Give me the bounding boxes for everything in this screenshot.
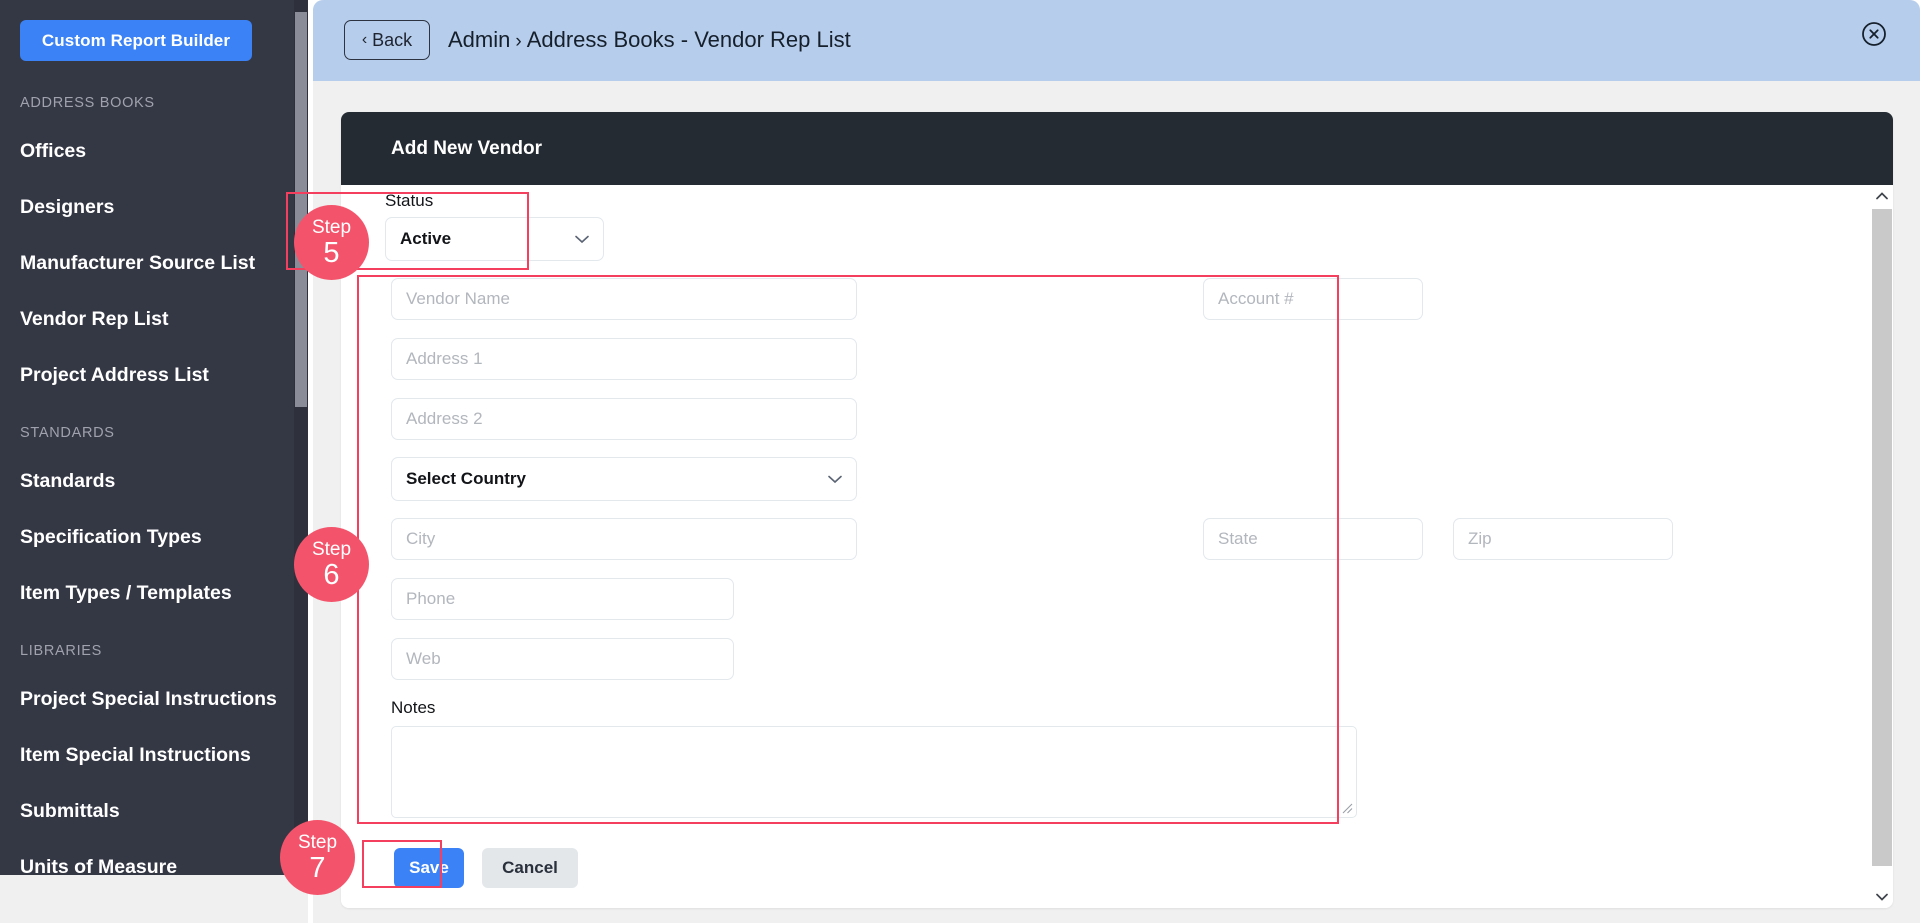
address-1-input[interactable]: [391, 338, 857, 380]
sidebar-item-submittals[interactable]: Submittals: [0, 783, 294, 839]
sidebar-item-specification-types[interactable]: Specification Types: [0, 509, 294, 565]
sidebar-item-vendor-rep-list[interactable]: Vendor Rep List: [0, 291, 294, 347]
back-button-label: Back: [372, 29, 413, 50]
card-title: Add New Vendor: [341, 112, 1893, 185]
back-button[interactable]: ‹ Back: [344, 20, 430, 60]
step-badge-number: 5: [323, 236, 340, 269]
sidebar-item-units-of-measure[interactable]: Units of Measure: [0, 839, 294, 875]
add-vendor-card: Add New Vendor Status Active Select Coun…: [341, 112, 1893, 908]
save-button[interactable]: Save: [394, 848, 464, 888]
step-badge-5: Step 5: [294, 205, 369, 280]
vendor-name-input[interactable]: [391, 278, 857, 320]
sidebar-item-item-special-instructions[interactable]: Item Special Instructions: [0, 727, 294, 783]
close-circle-icon[interactable]: [1861, 21, 1887, 47]
vendor-form: Status Active Select Country: [341, 185, 1893, 908]
app-root: Custom Report Builder ADDRESS BOOKS Offi…: [0, 0, 1920, 923]
form-scrollbar: [1871, 185, 1893, 908]
step-badge-word: Step: [297, 831, 338, 853]
status-select[interactable]: Active: [385, 217, 604, 261]
sidebar-item-item-types-templates[interactable]: Item Types / Templates: [0, 565, 294, 621]
breadcrumb-separator: ›: [515, 31, 522, 52]
sidebar-item-standards[interactable]: Standards: [0, 453, 294, 509]
sidebar-item-manufacturer-source-list[interactable]: Manufacturer Source List: [0, 235, 294, 291]
state-input[interactable]: [1203, 518, 1423, 560]
sidebar: Custom Report Builder ADDRESS BOOKS Offi…: [0, 0, 294, 875]
sidebar-bottom-filler: [0, 875, 308, 923]
chevron-down-icon: [575, 232, 589, 247]
notes-label: Notes: [391, 698, 436, 717]
status-field-group: Status Active: [385, 191, 620, 261]
breadcrumb: Admin › Address Books - Vendor Rep List: [448, 21, 851, 61]
form-scrollbar-thumb[interactable]: [1872, 209, 1892, 866]
breadcrumb-root[interactable]: Admin: [448, 27, 510, 52]
sidebar-section-standards: STANDARDS: [20, 425, 115, 441]
chevron-left-icon: ‹: [361, 31, 368, 48]
sidebar-item-project-special-instructions[interactable]: Project Special Instructions: [0, 671, 294, 727]
chevron-down-icon[interactable]: [1871, 886, 1893, 908]
account-number-input[interactable]: [1203, 278, 1423, 320]
zip-input[interactable]: [1453, 518, 1673, 560]
cancel-button[interactable]: Cancel: [482, 848, 578, 888]
sidebar-nav: ADDRESS BOOKS Offices Designers Manufact…: [0, 95, 294, 875]
chevron-down-icon: [828, 472, 842, 487]
step-badge-number: 7: [309, 851, 326, 884]
web-input[interactable]: [391, 638, 734, 680]
breadcrumb-current: Address Books - Vendor Rep List: [526, 27, 851, 52]
chevron-up-icon[interactable]: [1871, 185, 1893, 207]
sidebar-section-libraries: LIBRARIES: [20, 643, 103, 659]
sidebar-section-address-books: ADDRESS BOOKS: [20, 95, 155, 111]
step-badge-6: Step 6: [294, 527, 369, 602]
sidebar-item-designers[interactable]: Designers: [0, 179, 294, 235]
notes-textarea[interactable]: [391, 726, 1357, 818]
country-select[interactable]: Select Country: [391, 457, 857, 501]
address-2-input[interactable]: [391, 398, 857, 440]
step-badge-number: 6: [323, 558, 340, 591]
status-select-value: Active: [400, 229, 452, 248]
sidebar-scrollbar-thumb[interactable]: [295, 12, 307, 407]
country-select-value: Select Country: [406, 469, 526, 488]
step-badge-word: Step: [311, 538, 352, 560]
page-header-bar: ‹ Back Admin › Address Books - Vendor Rep …: [313, 0, 1920, 81]
sidebar-item-offices[interactable]: Offices: [0, 123, 294, 179]
custom-report-builder-button[interactable]: Custom Report Builder: [20, 20, 252, 61]
sidebar-item-project-address-list[interactable]: Project Address List: [0, 347, 294, 403]
step-badge-7: Step 7: [280, 820, 355, 895]
step-badge-word: Step: [311, 216, 352, 238]
city-input[interactable]: [391, 518, 857, 560]
phone-input[interactable]: [391, 578, 734, 620]
status-label: Status: [385, 191, 434, 210]
